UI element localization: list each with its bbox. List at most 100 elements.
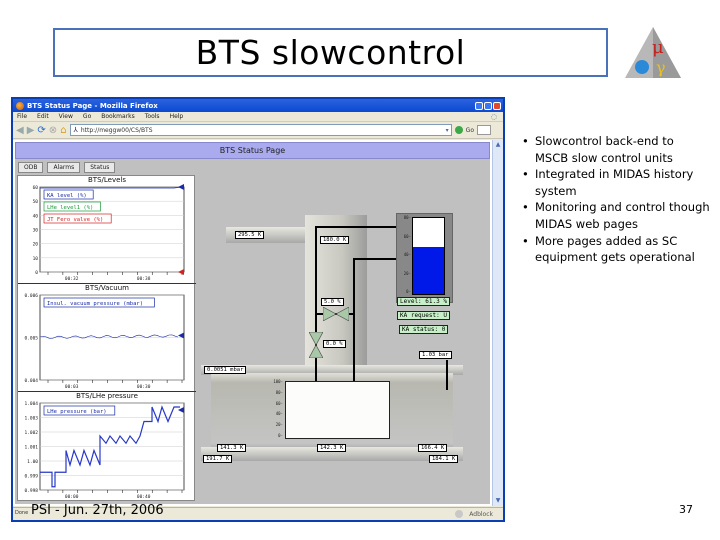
x-tick-label: 00:03 (65, 384, 79, 390)
lhe-pressure-plot[interactable]: BTS/LHe pressure 1.004 1.003 1.002 1.001 1.0… (18, 392, 196, 502)
synoptic-diagram: 295.5 K 180.0 K 5.0 % 0.0 % 1.03 bar 0.0… (199, 175, 488, 501)
page-body: ODB Alarms Status BTS/Levels 60 50 40 30 20 1… (15, 159, 490, 504)
y-tick-label: 0 (35, 270, 38, 276)
status-button[interactable]: Status (84, 161, 116, 173)
gauge-tick-label: 40- (403, 252, 411, 257)
ka-request-readout[interactable]: KA request: U (397, 311, 450, 320)
gauge-tick-label: 60- (403, 233, 411, 239)
page-number: 37 (679, 503, 693, 516)
y-tick-label: 0.998 (24, 488, 38, 494)
odb-button[interactable]: ODB (18, 161, 44, 173)
close-button[interactable] (493, 101, 501, 110)
menu-tools[interactable]: Tools (145, 113, 160, 120)
plot-canvas: 0.006 0.005 0.004 00:03 00:30 Insul. vacuum p… (24, 293, 185, 390)
legend-entry: LHe level1 (%) (43, 201, 101, 212)
throbber-icon (491, 113, 497, 120)
scroll-up-icon[interactable]: ▲ (493, 140, 503, 150)
menu-bar: File Edit View Go Bookmarks Tools Help (13, 112, 503, 122)
slide-title: BTS slowcontrol (53, 28, 608, 77)
y-tick-label: 10 (33, 256, 39, 262)
menu-help[interactable]: Help (170, 113, 184, 120)
y-tick-label: 50 (33, 199, 39, 205)
x-tick-label: 00:32 (65, 276, 79, 282)
vacuum-readout: 0.0051 mbar (204, 366, 247, 374)
url-text: http://meggw00/CS/BTS (80, 126, 153, 134)
x-tick-label: 00:30 (137, 384, 151, 390)
y-tick-label: 40 (33, 213, 39, 219)
level-gauge-fill (413, 247, 444, 294)
ka-status-readout: KA status: 0 (399, 325, 449, 334)
level-gauge-bar (412, 217, 445, 295)
go-icon[interactable] (454, 126, 463, 134)
alarms-button[interactable]: Alarms (47, 161, 81, 173)
temperature-readout: 295.5 K (235, 231, 265, 239)
vertical-scrollbar[interactable]: ▲ ▼ (492, 140, 503, 506)
y-tick-label: 1.003 (24, 416, 38, 422)
bullet-item: More pages added as SC equipment gets op… (520, 233, 710, 266)
svg-text:KA level (%): KA level (%) (47, 193, 87, 199)
reload-icon[interactable]: ⟳ (37, 125, 45, 136)
svg-text:μ: μ (652, 37, 664, 58)
adblock-button[interactable]: Adblock (469, 511, 493, 518)
meg-logo-icon: μ γ (622, 25, 684, 80)
back-icon[interactable]: ◀ (16, 125, 24, 136)
y-tick-label: 0.004 (24, 378, 38, 384)
url-dropdown-icon[interactable]: ▾ (446, 127, 451, 134)
plot-tick-label: 100- (273, 379, 283, 384)
legend-entry: LHe pressure (bar) (43, 405, 116, 416)
browser-status-done: Done (15, 510, 29, 516)
y-tick-label: 0.999 (24, 474, 38, 480)
levels-plot[interactable]: BTS/Levels 60 50 40 30 20 10 0 00:32 00:38 KA lev… (18, 176, 196, 284)
svg-text:γ: γ (656, 58, 666, 77)
svg-text:LHe pressure (bar): LHe pressure (bar) (47, 409, 107, 415)
cryostat-plot (285, 381, 390, 439)
browser-window: BTS Status Page - Mozilla Firefox File E… (11, 97, 505, 522)
plot-canvas: 60 50 40 30 20 10 0 00:32 00:38 KA level (%) LHe l… (33, 184, 185, 282)
forward-icon[interactable]: ▶ (27, 125, 35, 136)
vacuum-plot[interactable]: BTS/Vacuum 0.006 0.005 0.004 00:03 00:30 Insu… (18, 284, 196, 392)
search-input[interactable] (477, 125, 491, 135)
horizontal-valve-icon[interactable] (323, 307, 349, 321)
go-button[interactable]: Go (466, 127, 474, 134)
bullet-item: Integrated in MIDAS history system (520, 166, 710, 199)
firefox-icon (16, 101, 24, 110)
plot-canvas: 1.004 1.003 1.002 1.001 1.00 0.999 0.998 00:00 0… (24, 401, 185, 500)
gauge-tick-label: 80- (403, 215, 411, 220)
url-input[interactable]: ⅄ http://meggw00/CS/BTS ▾ (69, 124, 452, 136)
menu-edit[interactable]: Edit (37, 113, 49, 120)
page-tabs: ODB Alarms Status (15, 159, 490, 175)
valve-readout[interactable]: 0.0 % (323, 340, 346, 348)
menu-view[interactable]: View (59, 113, 73, 120)
temperature-readout: 180.0 K (320, 236, 350, 244)
maximize-button[interactable] (484, 101, 492, 110)
vertical-valve-icon[interactable] (309, 332, 323, 358)
x-tick-label: 00:38 (137, 276, 151, 282)
window-titlebar: BTS Status Page - Mozilla Firefox (13, 99, 503, 112)
page-content: BTS Status Page ODB Alarms Status BTS/Le… (13, 140, 492, 506)
gauge-tick-label: 20- (403, 270, 411, 276)
level-readout: Level: 61.3 % (397, 297, 450, 306)
level-gauge: 80- 60- 40- 20- 0- (396, 213, 453, 303)
menu-bookmarks[interactable]: Bookmarks (101, 113, 135, 120)
legend-entry: KA level (%) (43, 189, 94, 200)
y-tick-label: 1.002 (24, 430, 38, 436)
temperature-readout: 142.3 K (317, 444, 347, 452)
page-header-text: BTS Status Page (219, 146, 286, 155)
stop-icon[interactable]: ⊗ (49, 125, 57, 136)
history-plots: BTS/Levels 60 50 40 30 20 10 0 00:32 00:38 KA lev… (17, 175, 196, 502)
minimize-button[interactable] (475, 101, 483, 110)
svg-text:LHe level1 (%): LHe level1 (%) (47, 205, 93, 211)
slide-title-text: BTS slowcontrol (195, 33, 466, 72)
scroll-down-icon[interactable]: ▼ (493, 496, 503, 506)
home-icon[interactable]: ⌂ (60, 125, 66, 136)
y-tick-label: 0.006 (24, 293, 38, 299)
slide-footer: PSI - Jun. 27th, 2006 (31, 503, 164, 518)
gauge-tick-label: 0- (406, 289, 411, 294)
menu-go[interactable]: Go (83, 113, 91, 120)
bullet-item: Slowcontrol back-end to MSCB slow contro… (520, 133, 710, 166)
temperature-readout: 141.3 K (217, 444, 247, 452)
valve-readout[interactable]: 5.0 % (321, 298, 344, 306)
site-icon: ⅄ (73, 126, 78, 134)
status-indicator-icon (455, 510, 464, 518)
menu-file[interactable]: File (17, 113, 27, 120)
